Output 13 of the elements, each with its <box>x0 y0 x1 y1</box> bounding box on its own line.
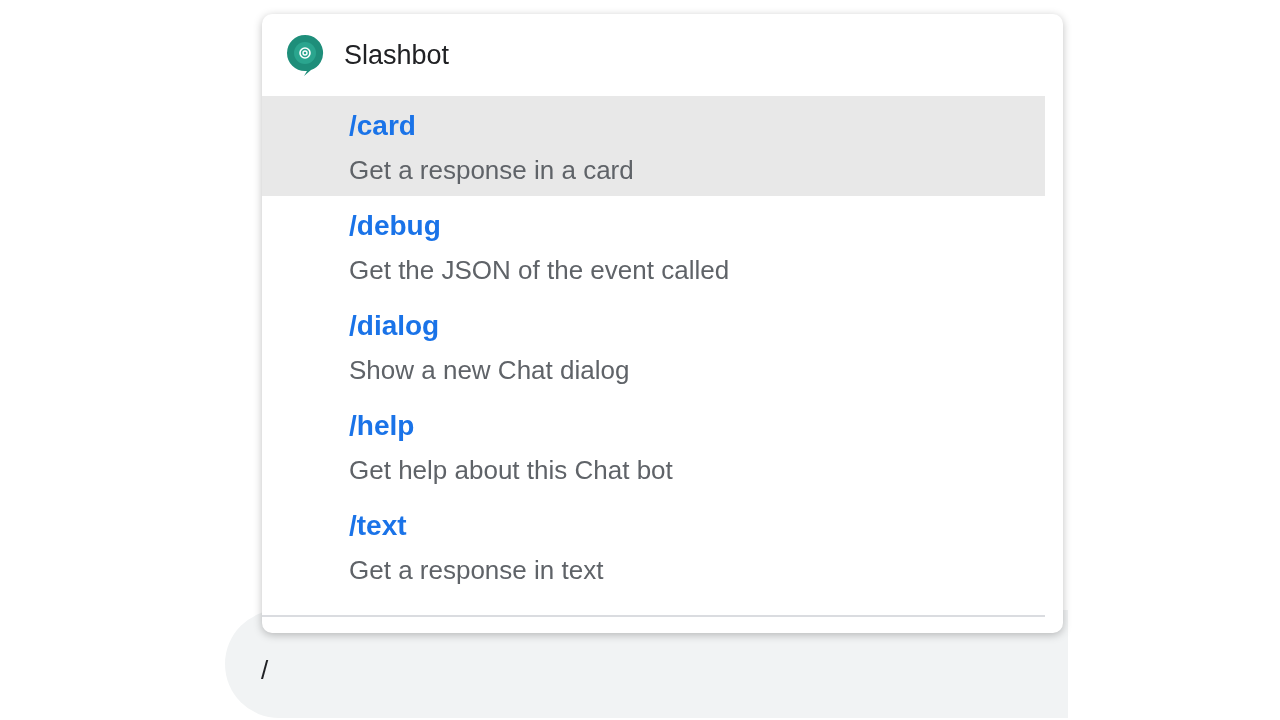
bot-name: Slashbot <box>344 38 450 72</box>
command-name: /help <box>349 409 415 443</box>
command-name: /text <box>349 509 407 543</box>
command-description: Get a response in text <box>349 554 604 587</box>
chat-bubble-icon <box>286 34 324 76</box>
command-description: Get a response in a card <box>349 154 634 187</box>
command-description: Get help about this Chat bot <box>349 454 673 487</box>
command-name: /debug <box>349 209 441 243</box>
command-item[interactable]: /card Get a response in a card <box>262 96 1045 196</box>
command-description: Show a new Chat dialog <box>349 354 630 387</box>
command-name: /card <box>349 109 416 143</box>
command-name: /dialog <box>349 309 440 343</box>
command-description: Get the JSON of the event called <box>349 254 730 287</box>
